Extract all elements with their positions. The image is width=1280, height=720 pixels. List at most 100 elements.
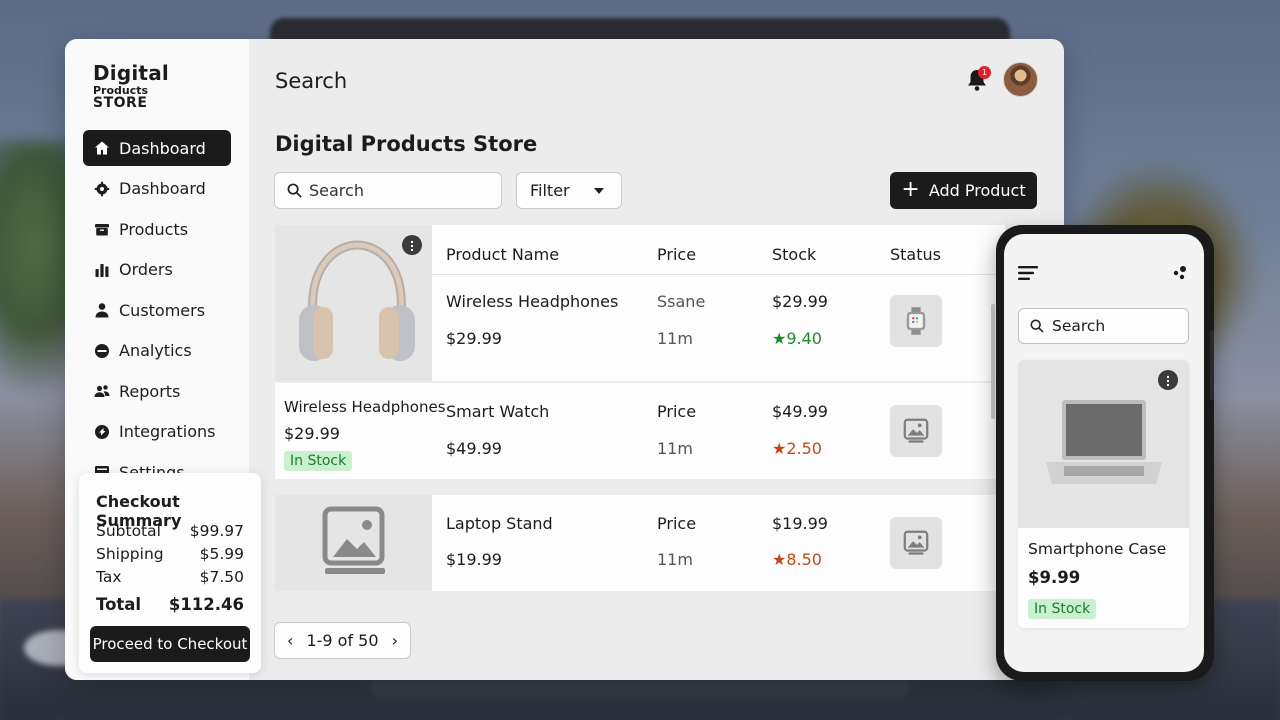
image-placeholder-icon xyxy=(322,506,385,574)
mobile-device-frame: Search Smartphone Case $9.99 In Stock xyxy=(996,225,1214,681)
mobile-product-name: Smartphone Case xyxy=(1028,540,1167,558)
row-2-rating: ★2.50 xyxy=(772,439,822,458)
mobile-search-input[interactable]: Search xyxy=(1018,308,1189,344)
tax-value: $7.50 xyxy=(199,568,244,586)
sidebar-item-orders[interactable]: Orders xyxy=(83,252,231,288)
status-image-placeholder-icon[interactable] xyxy=(890,405,942,457)
sidebar-item-label: Dashboard xyxy=(119,138,206,158)
mobile-product-price: $9.99 xyxy=(1028,568,1081,587)
column-header-product-name[interactable]: Product Name xyxy=(446,245,559,264)
sidebar-item-label: Products xyxy=(119,219,189,239)
chevron-down-icon xyxy=(594,188,604,194)
mobile-screen: Search Smartphone Case $9.99 In Stock xyxy=(1004,234,1204,672)
checkout-summary-card: Checkout Summary Subtotal $99.97 Shippin… xyxy=(79,473,261,673)
brand-line-1: Digital xyxy=(93,61,169,85)
page-title: Digital Products Store xyxy=(275,132,538,156)
subtotal-value: $99.97 xyxy=(189,522,244,540)
table-scrollbar[interactable] xyxy=(991,304,995,419)
row-2-col2b: 11m xyxy=(657,439,693,458)
row-1-rating: ★9.40 xyxy=(772,329,822,348)
sidebar-item-label: Integrations xyxy=(119,422,216,441)
search-input[interactable]: Search xyxy=(274,172,502,209)
user-avatar[interactable] xyxy=(1003,62,1038,97)
sidebar-item-reports[interactable]: Reports xyxy=(83,373,231,409)
topbar-title: Search xyxy=(275,69,348,93)
tax-row: Tax $7.50 xyxy=(96,568,244,586)
in-stock-badge: In Stock xyxy=(284,451,353,471)
row-3-col2b: 11m xyxy=(657,550,693,569)
user-icon xyxy=(94,302,110,318)
status-smartwatch-icon[interactable] xyxy=(890,295,942,347)
total-label: Total xyxy=(96,595,142,614)
row-1-stock: $29.99 xyxy=(772,292,828,311)
box-icon xyxy=(94,221,110,237)
pagination: ‹ 1-9 of 50 › xyxy=(274,622,411,659)
total-value: $112.46 xyxy=(168,595,244,614)
row-2-col2a: Price xyxy=(657,402,697,421)
column-header-status[interactable]: Status xyxy=(890,245,941,264)
chevron-left-icon[interactable]: ‹ xyxy=(287,631,293,650)
row-1-name: Wireless Headphones xyxy=(446,292,619,311)
row-3-col2a: Price xyxy=(657,514,697,533)
filter-label: Filter xyxy=(530,181,570,200)
plus-icon: + xyxy=(901,176,920,202)
subtotal-row: Subtotal $99.97 xyxy=(96,522,244,540)
row-1-col2a: Ssane xyxy=(657,292,706,311)
shipping-row: Shipping $5.99 xyxy=(96,545,244,563)
header-divider xyxy=(432,274,1005,275)
status-image-placeholder-icon[interactable] xyxy=(890,517,942,569)
search-placeholder: Search xyxy=(309,181,364,200)
row-3-rating: ★8.50 xyxy=(772,550,822,569)
add-product-button[interactable]: + Add Product xyxy=(890,172,1037,209)
row-1-col2b: 11m xyxy=(657,329,693,348)
column-header-stock[interactable]: Stock xyxy=(772,245,816,264)
search-icon xyxy=(1030,319,1044,333)
search-icon xyxy=(287,183,302,198)
sidebar-item-label: Orders xyxy=(119,260,173,279)
more-options-icon[interactable] xyxy=(1158,370,1178,390)
brand-line-3: STORE xyxy=(93,95,148,111)
sidebar-nav: Dashboard Dashboard Products Orders Cust… xyxy=(83,130,231,495)
home-icon xyxy=(94,140,110,156)
sidebar-item-label: Dashboard xyxy=(119,179,206,198)
shipping-value: $5.99 xyxy=(199,545,244,563)
mobile-product-card[interactable]: Smartphone Case $9.99 In Stock xyxy=(1018,360,1189,628)
filter-dropdown[interactable]: Filter xyxy=(516,172,622,209)
apps-icon[interactable] xyxy=(1172,265,1188,281)
analytics-icon xyxy=(94,343,110,359)
mobile-search-placeholder: Search xyxy=(1052,317,1106,335)
total-row: Total $112.46 xyxy=(96,595,244,614)
mobile-stock-badge-wrap: In Stock xyxy=(1028,598,1097,619)
sidebar-item-analytics[interactable]: Analytics xyxy=(83,333,231,369)
sidebar-item-dashboard[interactable]: Dashboard xyxy=(83,130,231,166)
sidebar-item-integrations[interactable]: Integrations xyxy=(83,414,231,450)
tax-label: Tax xyxy=(96,568,122,586)
brand-logo[interactable]: Digital Products STORE xyxy=(93,63,169,110)
product-image-placeholder[interactable] xyxy=(275,495,432,591)
shipping-label: Shipping xyxy=(96,545,164,563)
mobile-product-image xyxy=(1018,360,1189,528)
sidebar-item-label: Customers xyxy=(119,300,206,320)
sidebar-item-dashboard-2[interactable]: Dashboard xyxy=(83,171,231,207)
chevron-right-icon[interactable]: › xyxy=(392,631,398,650)
row-2-name: Smart Watch xyxy=(446,402,550,421)
notification-badge: 1 xyxy=(978,66,991,79)
desktop-app-window: Digital Products STORE Dashboard Dashboa… xyxy=(65,39,1064,680)
bar-chart-icon xyxy=(94,262,110,278)
featured-product-name: Wireless Headphones xyxy=(284,398,446,416)
sidebar-item-customers[interactable]: Customers xyxy=(83,292,231,328)
in-stock-badge: In Stock xyxy=(1028,599,1097,619)
hamburger-menu-icon[interactable] xyxy=(1018,266,1038,280)
row-1-price: $29.99 xyxy=(446,329,502,348)
row-2-price: $49.99 xyxy=(446,439,502,458)
integrations-icon xyxy=(94,424,110,440)
row-3-name: Laptop Stand xyxy=(446,514,553,533)
sidebar-item-products[interactable]: Products xyxy=(83,211,231,247)
featured-product-price: $29.99 xyxy=(284,424,340,443)
more-options-icon[interactable] xyxy=(402,235,422,255)
featured-stock-badge: In Stock xyxy=(284,450,353,471)
add-product-label: Add Product xyxy=(928,181,1026,200)
row-2-stock: $49.99 xyxy=(772,402,828,421)
column-header-price[interactable]: Price xyxy=(657,245,696,264)
proceed-to-checkout-button[interactable]: Proceed to Checkout xyxy=(90,626,250,662)
